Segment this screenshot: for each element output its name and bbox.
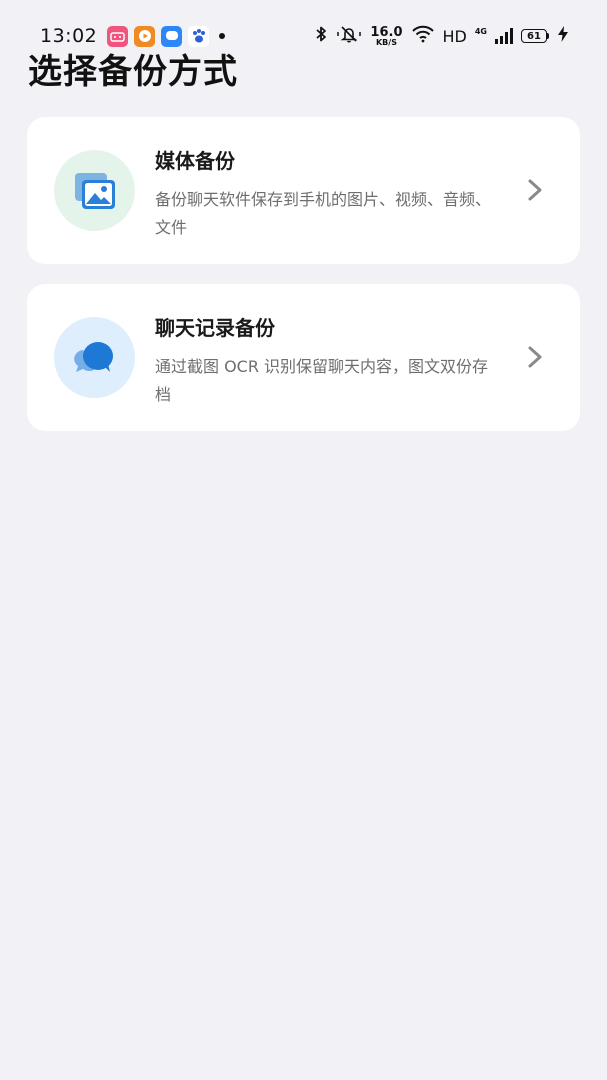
media-backup-option[interactable]: 媒体备份 备份聊天软件保存到手机的图片、视频、音频、文件 <box>27 117 580 264</box>
chevron-right-icon <box>528 179 542 201</box>
chat-backup-title: 聊天记录备份 <box>155 316 275 340</box>
chevron-right-icon <box>528 346 542 368</box>
signal-strength-icon <box>495 28 513 44</box>
bluetooth-icon <box>314 25 328 47</box>
image-gallery-icon <box>74 172 115 209</box>
chat-backup-description: 通过截图 OCR 识别保留聊天内容，图文双份存档 <box>155 357 489 404</box>
chat-backup-icon-circle <box>54 317 135 398</box>
mute-vibrate-icon <box>336 25 362 47</box>
media-backup-title: 媒体备份 <box>155 149 235 173</box>
network-speed-value: 16.0 <box>370 24 403 40</box>
status-right: 16.0 KB/S HD 4G 61 <box>314 25 569 47</box>
hd-label: HD <box>442 26 467 46</box>
charging-icon <box>557 25 569 47</box>
more-notifications-dot <box>219 33 226 39</box>
media-backup-text: 媒体备份 备份聊天软件保存到手机的图片、视频、音频、文件 <box>155 145 500 242</box>
network-type: 4G <box>474 27 487 36</box>
wifi-icon <box>411 25 435 47</box>
chat-bubbles-icon <box>73 341 113 372</box>
network-speed: 16.0 KB/S <box>370 26 402 47</box>
page-title: 选择备份方式 <box>28 52 238 92</box>
media-backup-icon-circle <box>54 150 135 231</box>
chat-record-backup-option[interactable]: 聊天记录备份 通过截图 OCR 识别保留聊天内容，图文双份存档 <box>27 284 580 431</box>
battery-icon: 61 <box>521 29 549 43</box>
battery-level: 61 <box>521 29 547 43</box>
media-backup-description: 备份聊天软件保存到手机的图片、视频、音频、文件 <box>155 190 492 237</box>
network-speed-unit: KB/S <box>375 37 397 47</box>
chat-backup-text: 聊天记录备份 通过截图 OCR 识别保留聊天内容，图文双份存档 <box>155 312 500 409</box>
